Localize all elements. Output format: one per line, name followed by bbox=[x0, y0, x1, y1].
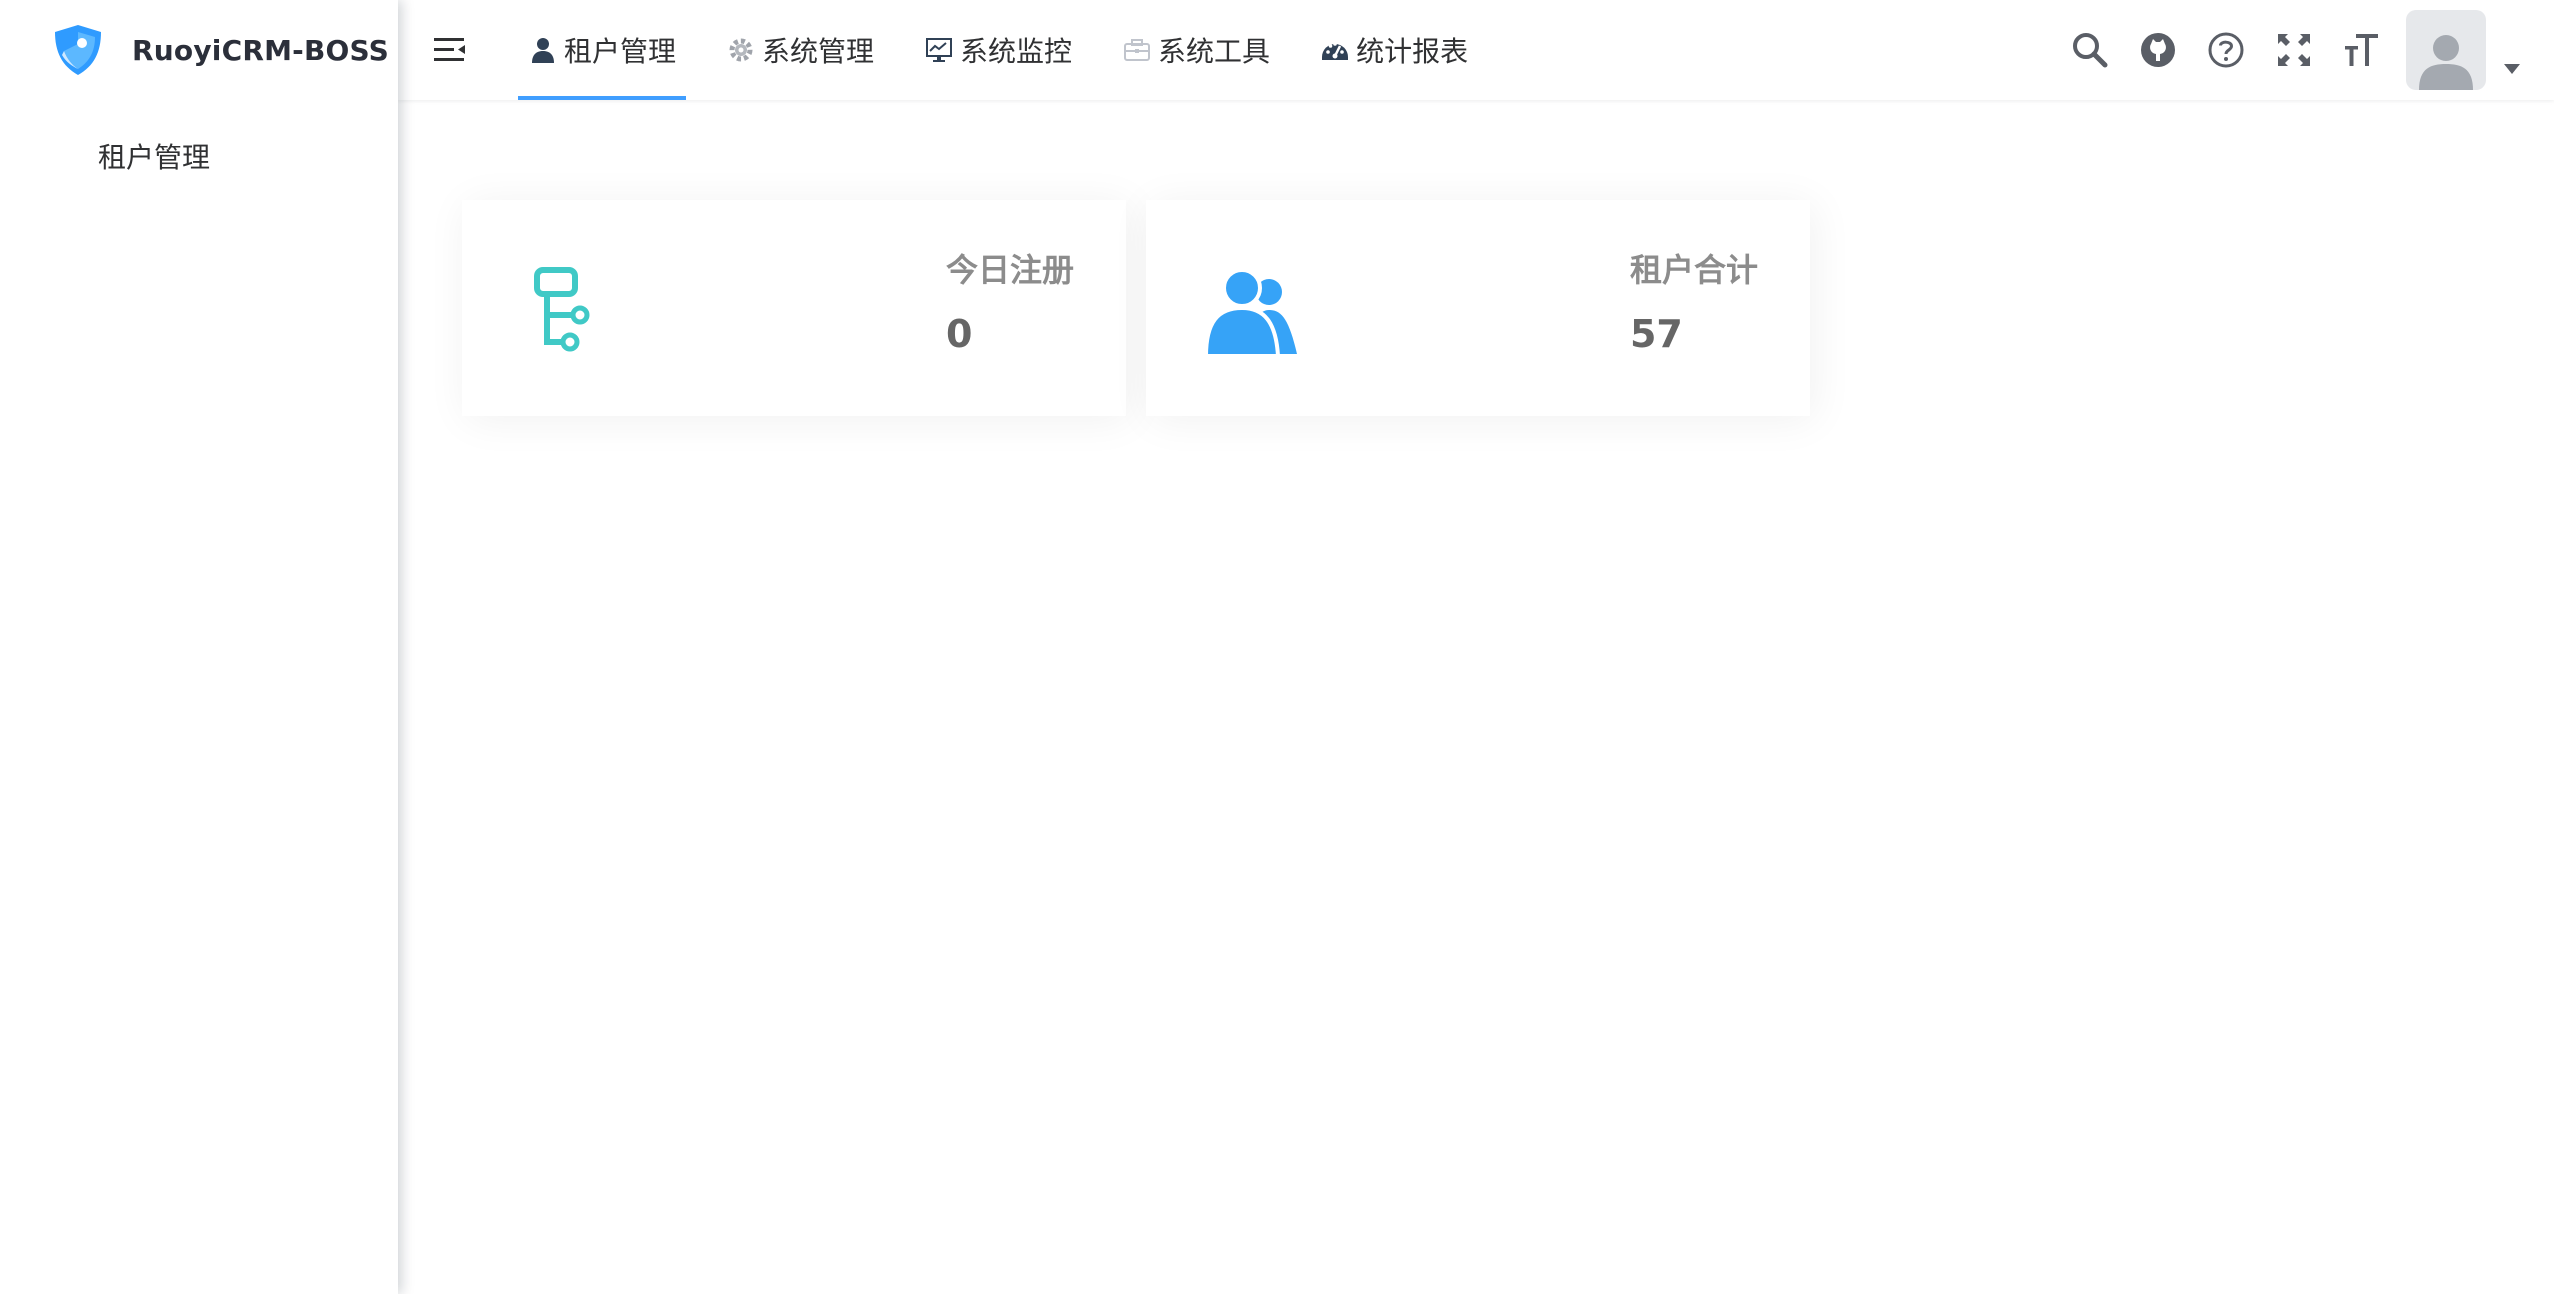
top-menu: 租户管理 系统管理 系统监控 系统工具 统计报表 bbox=[518, 0, 1508, 100]
tab-system-tools[interactable]: 系统工具 bbox=[1112, 0, 1280, 100]
card-description: 今日注册 0 bbox=[946, 250, 1074, 356]
github-button[interactable] bbox=[2124, 0, 2192, 100]
sidebar-item-tenant-management[interactable]: 租户管理 bbox=[0, 126, 398, 190]
font-size-button[interactable] bbox=[2328, 0, 2396, 100]
card-icon-wrapper bbox=[512, 254, 622, 364]
tab-label: 统计报表 bbox=[1356, 35, 1469, 68]
search-icon bbox=[2073, 33, 2108, 68]
search-button[interactable] bbox=[2056, 0, 2124, 100]
font-size-icon bbox=[2345, 34, 2378, 66]
tab-statistics-report[interactable]: 统计报表 bbox=[1310, 0, 1478, 100]
card-value: 0 bbox=[945, 312, 973, 356]
tab-label: 系统管理 bbox=[762, 35, 875, 68]
tab-tenant-management[interactable]: 租户管理 bbox=[518, 0, 687, 100]
tab-label: 系统监控 bbox=[960, 35, 1073, 68]
right-menu bbox=[2056, 0, 2554, 100]
github-icon bbox=[2141, 33, 2175, 67]
fullscreen-button[interactable] bbox=[2260, 0, 2328, 100]
card-description: 租户合计 57 bbox=[1630, 250, 1758, 356]
user-icon bbox=[532, 38, 554, 63]
card-label: 租户合计 bbox=[1629, 251, 1758, 289]
peoples-icon bbox=[1203, 268, 1297, 358]
fullscreen-icon bbox=[2278, 34, 2310, 66]
card-value: 57 bbox=[1629, 312, 1683, 356]
logo-link[interactable]: RuoyiCRM-BOSS bbox=[50, 20, 389, 80]
gear-icon bbox=[729, 38, 753, 62]
user-avatar-dropdown[interactable] bbox=[2406, 0, 2554, 100]
dashboard-gauge-icon bbox=[1322, 42, 1349, 60]
avatar bbox=[2406, 10, 2486, 90]
monitor-icon bbox=[926, 38, 953, 62]
card-icon-wrapper bbox=[1196, 254, 1306, 364]
card-tenant-total[interactable]: 租户合计 57 bbox=[1146, 200, 1810, 416]
tab-system-management[interactable]: 系统管理 bbox=[716, 0, 884, 100]
tab-label: 租户管理 bbox=[564, 35, 677, 68]
navbar: 租户管理 系统管理 系统监控 系统工具 统计报表 bbox=[398, 0, 2554, 100]
panel-group: 今日注册 0 租户合计 57 bbox=[462, 200, 1810, 416]
help-button[interactable] bbox=[2192, 0, 2260, 100]
sidebar: RuoyiCRM-BOSS 租户管理 bbox=[0, 0, 398, 1294]
main-content: 今日注册 0 租户合计 57 bbox=[398, 100, 2554, 1294]
chevron-down-icon bbox=[2504, 64, 2520, 74]
default-user-avatar-icon bbox=[2419, 35, 2473, 90]
hamburger-collapse-icon[interactable] bbox=[432, 32, 468, 68]
sidebar-item-label: 租户管理 bbox=[98, 141, 211, 174]
tree-icon bbox=[534, 267, 590, 352]
tab-label: 系统工具 bbox=[1158, 35, 1271, 68]
logo-title: RuoyiCRM-BOSS bbox=[132, 33, 389, 67]
logo-shield-icon bbox=[55, 25, 101, 75]
card-today-registrations[interactable]: 今日注册 0 bbox=[462, 200, 1126, 416]
toolbox-icon bbox=[1124, 39, 1151, 61]
help-question-icon bbox=[2208, 32, 2244, 68]
card-label: 今日注册 bbox=[945, 251, 1074, 289]
side-menu: 租户管理 bbox=[0, 126, 398, 190]
app-root: RuoyiCRM-BOSS 租户管理 租户管理 系统管理 系统监控 系统工具 统… bbox=[0, 0, 2554, 1294]
tab-system-monitor[interactable]: 系统监控 bbox=[914, 0, 1082, 100]
